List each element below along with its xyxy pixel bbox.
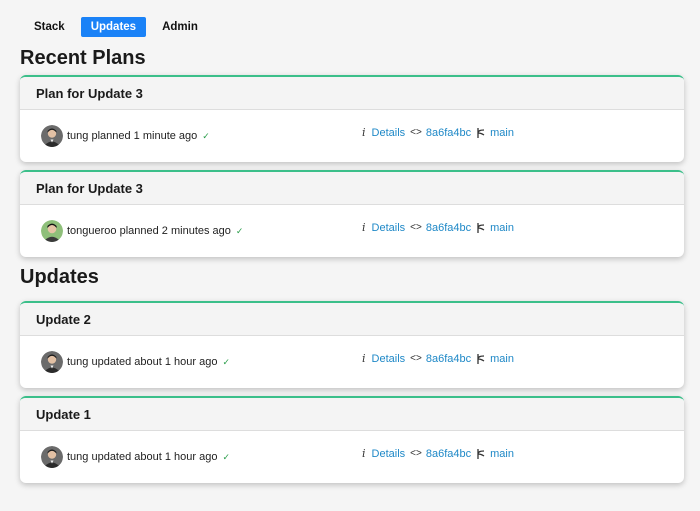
tab-admin[interactable]: Admin: [152, 17, 208, 37]
plan-card-title: Plan for Update 3: [20, 172, 684, 205]
git-branch-icon: [477, 127, 485, 138]
commit-link[interactable]: 8a6fa4bc: [426, 127, 471, 139]
activity: tung updated about 1 hour ago ✓: [41, 351, 230, 373]
activity: tung updated about 1 hour ago ✓: [41, 446, 230, 468]
commit-link[interactable]: 8a6fa4bc: [426, 353, 471, 365]
info-icon: i: [362, 126, 366, 139]
meta-links: i Details <> 8a6fa4bc main: [362, 126, 514, 139]
meta-links: i Details <> 8a6fa4bc main: [362, 352, 514, 365]
activity: tung planned 1 minute ago ✓: [41, 125, 210, 147]
code-icon: <>: [410, 222, 422, 233]
branch-link[interactable]: main: [490, 222, 514, 234]
info-icon: i: [362, 352, 366, 365]
code-icon: <>: [410, 448, 422, 459]
recent-plans-title: Recent Plans: [20, 47, 146, 69]
details-link[interactable]: Details: [372, 222, 406, 234]
meta-links: i Details <> 8a6fa4bc main: [362, 221, 514, 234]
commit-link[interactable]: 8a6fa4bc: [426, 222, 471, 234]
code-icon: <>: [410, 127, 422, 138]
updates-title: Updates: [20, 266, 99, 288]
avatar: [41, 446, 63, 468]
activity-text: tung updated about 1 hour ago: [67, 356, 218, 368]
check-icon: ✓: [202, 130, 210, 141]
git-branch-icon: [477, 448, 485, 459]
info-icon: i: [362, 221, 366, 234]
details-link[interactable]: Details: [372, 353, 406, 365]
update-card-title: Update 2: [20, 303, 684, 336]
branch-link[interactable]: main: [490, 353, 514, 365]
git-branch-icon: [477, 353, 485, 364]
branch-link[interactable]: main: [490, 448, 514, 460]
nav-tabs: Stack Updates Admin: [24, 17, 214, 37]
update-card: Update 2 tung updated about 1 hour ago ✓…: [20, 301, 684, 388]
update-card: Update 1 tung updated about 1 hour ago ✓…: [20, 396, 684, 483]
details-link[interactable]: Details: [372, 127, 406, 139]
update-card-title: Update 1: [20, 398, 684, 431]
avatar: [41, 125, 63, 147]
commit-link[interactable]: 8a6fa4bc: [426, 448, 471, 460]
code-icon: <>: [410, 353, 422, 364]
activity-text: tongueroo planned 2 minutes ago: [67, 225, 231, 237]
tab-updates[interactable]: Updates: [80, 17, 147, 37]
meta-links: i Details <> 8a6fa4bc main: [362, 447, 514, 460]
activity-text: tung planned 1 minute ago: [67, 130, 198, 142]
plan-card-title: Plan for Update 3: [20, 77, 684, 110]
tab-stack[interactable]: Stack: [24, 17, 75, 37]
plan-card: Plan for Update 3 tongueroo planned 2 mi…: [20, 170, 684, 257]
check-icon: ✓: [222, 451, 231, 462]
details-link[interactable]: Details: [372, 448, 406, 460]
activity-text: tung updated about 1 hour ago: [67, 451, 218, 463]
plan-card: Plan for Update 3 tung planned 1 minute …: [20, 75, 684, 162]
check-icon: ✓: [222, 356, 231, 367]
check-icon: ✓: [235, 225, 244, 236]
avatar: [41, 220, 63, 242]
avatar: [41, 351, 63, 373]
activity: tongueroo planned 2 minutes ago ✓: [41, 220, 243, 242]
info-icon: i: [362, 447, 366, 460]
git-branch-icon: [477, 222, 485, 233]
branch-link[interactable]: main: [490, 127, 514, 139]
